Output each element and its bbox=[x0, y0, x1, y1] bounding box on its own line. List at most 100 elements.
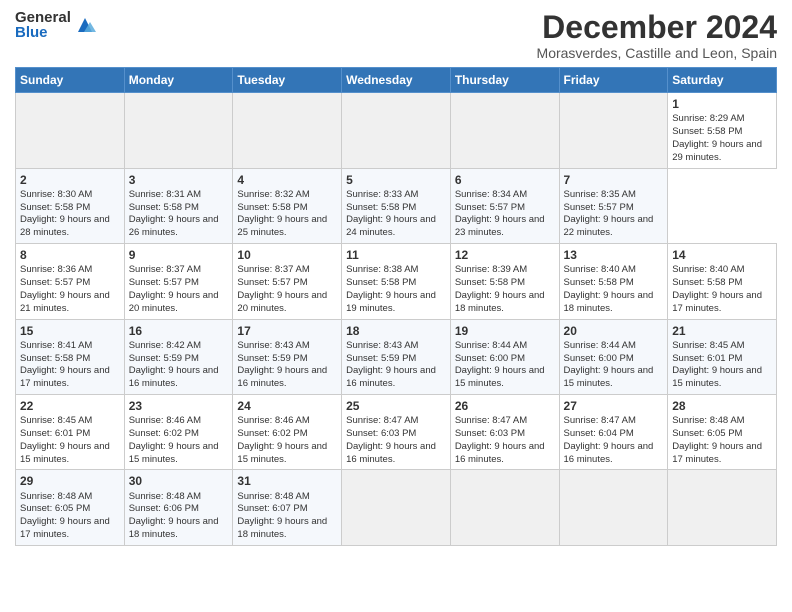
day-number: 30 bbox=[129, 473, 229, 489]
sunrise: Sunrise: 8:45 AM bbox=[20, 415, 92, 426]
calendar-cell bbox=[16, 93, 125, 168]
sunrise: Sunrise: 8:29 AM bbox=[672, 113, 744, 124]
week-row-2: 8Sunrise: 8:36 AMSunset: 5:57 PMDaylight… bbox=[16, 244, 777, 319]
day-number: 16 bbox=[129, 323, 229, 339]
sunset: Sunset: 6:04 PM bbox=[564, 428, 634, 439]
day-number: 7 bbox=[564, 172, 664, 188]
sunrise: Sunrise: 8:48 AM bbox=[20, 491, 92, 502]
sunset: Sunset: 5:57 PM bbox=[237, 277, 307, 288]
sunrise: Sunrise: 8:31 AM bbox=[129, 189, 201, 200]
daylight: Daylight: 9 hours and 15 minutes. bbox=[672, 365, 762, 389]
calendar-cell bbox=[342, 93, 451, 168]
calendar-cell: 8Sunrise: 8:36 AMSunset: 5:57 PMDaylight… bbox=[16, 244, 125, 319]
daylight: Daylight: 9 hours and 26 minutes. bbox=[129, 214, 219, 238]
calendar-cell bbox=[559, 93, 668, 168]
day-number: 6 bbox=[455, 172, 555, 188]
calendar-cell: 23Sunrise: 8:46 AMSunset: 6:02 PMDayligh… bbox=[124, 394, 233, 469]
sunset: Sunset: 6:01 PM bbox=[672, 353, 742, 364]
day-number: 4 bbox=[237, 172, 337, 188]
daylight: Daylight: 9 hours and 18 minutes. bbox=[455, 290, 545, 314]
calendar-cell: 5Sunrise: 8:33 AMSunset: 5:58 PMDaylight… bbox=[342, 168, 451, 243]
sunset: Sunset: 5:59 PM bbox=[237, 353, 307, 364]
sunrise: Sunrise: 8:33 AM bbox=[346, 189, 418, 200]
week-row-4: 22Sunrise: 8:45 AM Sunset: 6:01 PM Dayligh… bbox=[16, 394, 777, 469]
calendar-cell bbox=[559, 470, 668, 545]
calendar-cell: 7Sunrise: 8:35 AMSunset: 5:57 PMDaylight… bbox=[559, 168, 668, 243]
calendar-cell: 4Sunrise: 8:32 AMSunset: 5:58 PMDaylight… bbox=[233, 168, 342, 243]
col-header-sunday: Sunday bbox=[16, 68, 125, 93]
header-row: SundayMondayTuesdayWednesdayThursdayFrid… bbox=[16, 68, 777, 93]
sunset: Sunset: 6:05 PM bbox=[672, 428, 742, 439]
sunset: Sunset: 5:58 PM bbox=[346, 277, 416, 288]
daylight: Daylight: 9 hours and 21 minutes. bbox=[20, 290, 110, 314]
sunrise: Sunrise: 8:47 AM bbox=[564, 415, 636, 426]
calendar-cell: 15Sunrise: 8:41 AMSunset: 5:58 PMDayligh… bbox=[16, 319, 125, 394]
sunset: Sunset: 5:58 PM bbox=[129, 202, 199, 213]
calendar-table: SundayMondayTuesdayWednesdayThursdayFrid… bbox=[15, 67, 777, 546]
calendar-cell: 17Sunrise: 8:43 AMSunset: 5:59 PMDayligh… bbox=[233, 319, 342, 394]
daylight: Daylight: 9 hours and 18 minutes. bbox=[237, 516, 327, 540]
day-number: 12 bbox=[455, 247, 555, 263]
calendar-cell bbox=[124, 93, 233, 168]
day-number: 13 bbox=[564, 247, 664, 263]
calendar-cell: 22Sunrise: 8:45 AM Sunset: 6:01 PM Dayligh… bbox=[16, 394, 125, 469]
daylight: Daylight: 9 hours and 15 minutes. bbox=[20, 441, 110, 465]
sunrise: Sunrise: 8:44 AM bbox=[564, 340, 636, 351]
daylight: Daylight: 9 hours and 16 minutes. bbox=[455, 441, 545, 465]
sunset: Sunset: 5:58 PM bbox=[564, 277, 634, 288]
sunset: Sunset: 6:02 PM bbox=[237, 428, 307, 439]
sunset: Sunset: 6:01 PM bbox=[20, 428, 90, 439]
sunrise: Sunrise: 8:37 AM bbox=[237, 264, 309, 275]
sunrise: Sunrise: 8:34 AM bbox=[455, 189, 527, 200]
calendar-cell: 14Sunrise: 8:40 AMSunset: 5:58 PMDayligh… bbox=[668, 244, 777, 319]
day-number: 31 bbox=[237, 473, 337, 489]
day-number: 27 bbox=[564, 398, 664, 414]
sunset: Sunset: 5:57 PM bbox=[455, 202, 525, 213]
sunset: Sunset: 5:58 PM bbox=[672, 277, 742, 288]
calendar-cell: 29 Sunrise: 8:48 AMSunset: 6:05 PM Dayligh… bbox=[16, 470, 125, 545]
col-header-saturday: Saturday bbox=[668, 68, 777, 93]
calendar-cell: 6Sunrise: 8:34 AM Sunset: 5:57 PMDaylight… bbox=[450, 168, 559, 243]
sunset: Sunset: 6:03 PM bbox=[455, 428, 525, 439]
sunset: Sunset: 6:05 PM bbox=[20, 503, 90, 514]
daylight: Daylight: 9 hours and 17 minutes. bbox=[20, 365, 110, 389]
day-number: 20 bbox=[564, 323, 664, 339]
daylight: Daylight: 9 hours and 24 minutes. bbox=[346, 214, 436, 238]
calendar-cell bbox=[668, 470, 777, 545]
sunrise: Sunrise: 8:44 AM bbox=[455, 340, 527, 351]
sunset: Sunset: 5:57 PM bbox=[564, 202, 634, 213]
sunset: Sunset: 6:02 PM bbox=[129, 428, 199, 439]
day-number: 9 bbox=[129, 247, 229, 263]
col-header-monday: Monday bbox=[124, 68, 233, 93]
calendar-cell: 12Sunrise: 8:39 AMSunset: 5:58 PMDayligh… bbox=[450, 244, 559, 319]
daylight: Daylight: 9 hours and 16 minutes. bbox=[564, 441, 654, 465]
daylight: Daylight: 9 hours and 20 minutes. bbox=[129, 290, 219, 314]
sunrise: Sunrise: 8:32 AM bbox=[237, 189, 309, 200]
calendar-cell: 26Sunrise: 8:47 AMSunset: 6:03 PMDayligh… bbox=[450, 394, 559, 469]
calendar-cell: 20Sunrise: 8:44 AMSunset: 6:00 PMDayligh… bbox=[559, 319, 668, 394]
calendar-cell: 30Sunrise: 8:48 AMSunset: 6:06 PMDayligh… bbox=[124, 470, 233, 545]
day-number: 22 bbox=[20, 398, 120, 414]
sunrise: Sunrise: 8:48 AM bbox=[129, 491, 201, 502]
daylight: Daylight: 9 hours and 16 minutes. bbox=[237, 365, 327, 389]
sunset: Sunset: 5:58 PM bbox=[672, 126, 742, 137]
day-number: 24 bbox=[237, 398, 337, 414]
sunrise: Sunrise: 8:40 AM bbox=[564, 264, 636, 275]
sunset: Sunset: 5:57 PM bbox=[20, 277, 90, 288]
daylight: Daylight: 9 hours and 16 minutes. bbox=[346, 365, 436, 389]
daylight: Daylight: 9 hours and 19 minutes. bbox=[346, 290, 436, 314]
logo-general: General bbox=[15, 10, 71, 25]
calendar-cell: 18Sunrise: 8:43 AMSunset: 5:59 PMDayligh… bbox=[342, 319, 451, 394]
sunrise: Sunrise: 8:43 AM bbox=[237, 340, 309, 351]
daylight: Daylight: 9 hours and 20 minutes. bbox=[237, 290, 327, 314]
daylight: Daylight: 9 hours and 15 minutes. bbox=[564, 365, 654, 389]
day-number: 8 bbox=[20, 247, 120, 263]
sunset: Sunset: 6:06 PM bbox=[129, 503, 199, 514]
day-number: 29 bbox=[20, 473, 120, 489]
daylight: Daylight: 9 hours and 17 minutes. bbox=[20, 516, 110, 540]
daylight: Daylight: 9 hours and 28 minutes. bbox=[20, 214, 110, 238]
sunrise: Sunrise: 8:46 AM bbox=[129, 415, 201, 426]
sunset: Sunset: 5:58 PM bbox=[237, 202, 307, 213]
day-number: 18 bbox=[346, 323, 446, 339]
daylight: Daylight: 9 hours and 23 minutes. bbox=[455, 214, 545, 238]
